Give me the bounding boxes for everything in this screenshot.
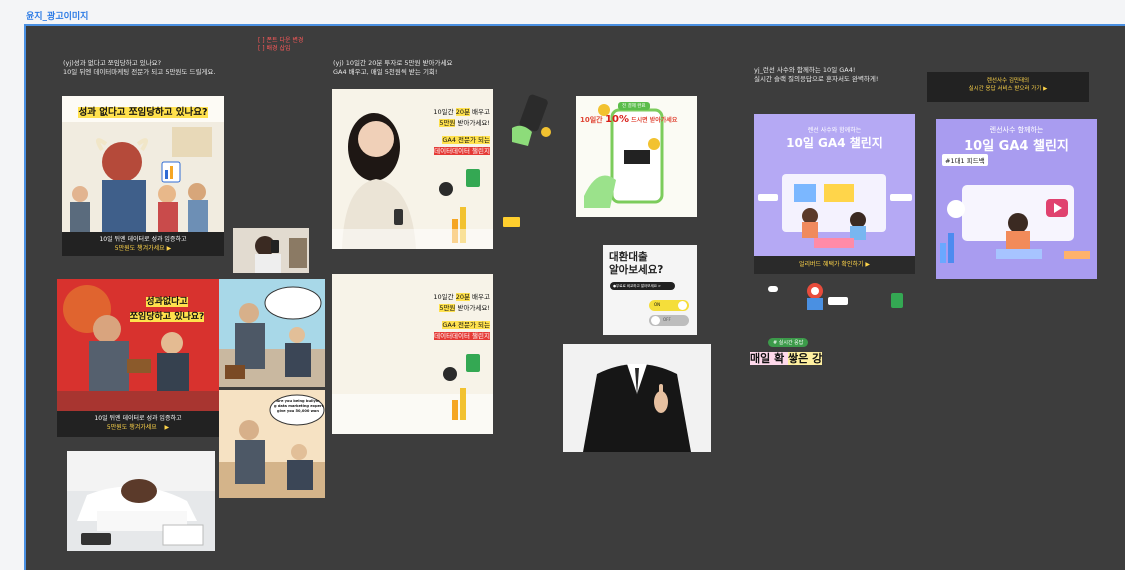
ad-card-text[interactable]: 10일간 20분 배우고 5만원 받아가세요! GA4 전문가 되는 데이터데이… — [332, 274, 493, 434]
target-person-icon[interactable] — [802, 282, 828, 310]
comic-panel-bottom[interactable]: Are you being bullyin g data marketing e… — [219, 390, 325, 498]
loan-compare-chip[interactable]: ●무료로 비교하고 알아보세요 > — [610, 282, 675, 290]
ad2-headline-2: 쪼임당하고 있나요? — [129, 312, 205, 322]
ad2-headline-1: 성과없다고 — [146, 297, 188, 307]
ad4-line1a: 10일간 — [433, 293, 456, 301]
ad2-caption-2[interactable]: 5만원도 챙겨가세요 — [107, 424, 157, 431]
ga4-b-tag: #1대1 피드백 — [942, 154, 988, 166]
toggle-on[interactable]: ON — [649, 300, 689, 311]
ad4-line2a: 5만원 — [439, 304, 456, 312]
frame-title[interactable]: 윤지_광고이미지 — [26, 9, 88, 22]
bull-illustration — [62, 122, 224, 232]
ga4-a-title: 10일 GA4 챌린지 — [786, 136, 883, 150]
toggle-off-label: OFF — [663, 317, 671, 322]
ad3-line2b: 받아가세요! — [455, 119, 490, 127]
ad1-headline: 성과 없다고 쪼임당하고 있나요? — [78, 107, 208, 118]
ad3-line1c: 배우고 — [469, 108, 490, 116]
ad4-line3: GA4 전문가 되는 — [442, 321, 490, 329]
note-mid: (yj) 10일간 20분 투자로 5만원 받아가세요 GA4 배우고, 매일 … — [333, 59, 453, 76]
phone-ad-text-a: 10일간 — [580, 116, 606, 124]
hand-phone-sticker[interactable] — [506, 92, 558, 148]
phone-ad-text-c: 드시면 받아가세요 — [629, 117, 678, 124]
phone-user-photo[interactable] — [233, 228, 309, 273]
message-icon[interactable] — [828, 297, 848, 305]
toggle-off[interactable]: OFF — [649, 315, 689, 326]
chat-bubble-icon[interactable] — [768, 286, 778, 292]
ad3-line1a: 10일간 — [433, 108, 456, 116]
ga4-b-illustration — [940, 185, 1090, 263]
ad-card-office[interactable]: 성과없다고 쪼임당하고 있나요? 10일 뒤엔 데이터로 성과 입증하고 5만원… — [57, 279, 219, 437]
tired-worker-photo[interactable] — [67, 451, 215, 551]
note-left: (yj)성과 없다고 쪼임당하고 있나요? 10일 뒤엔 데이터마케팅 전문가 … — [63, 59, 216, 76]
ad-card-bull[interactable]: 성과 없다고 쪼임당하고 있나요? 10일 뒤엔 데이터로 성과 입증하고 5만… — [62, 96, 224, 256]
ad-card-loan[interactable]: 대환대출 알아보세요? ●무료로 비교하고 알아보세요 > ON OFF — [603, 245, 697, 335]
ad-card-ga4-a[interactable]: 렌선 사수와 함께하는 10일 GA4 챌린지 얼리버드 혜택가 확인하기 ▶ — [754, 114, 915, 274]
ga4-b-subtitle: 렌선사수 함께하는 — [989, 126, 1044, 134]
ad3-line4: 데이터데이터 챌린지 — [434, 147, 490, 155]
live-text-b: 쌓은 강 — [788, 352, 823, 365]
ad4-line1c: 배우고 — [469, 293, 490, 301]
loan-title-1: 대환대출 — [609, 251, 648, 263]
ad3-line3: GA4 전문가 되는 — [442, 136, 490, 144]
cta-line-2: 실시간 응답 서비스 받으러 가기 ▶ — [968, 86, 1048, 92]
ga4-b-title: 10일 GA4 챌린지 — [964, 139, 1069, 154]
todo-note-font: [ ] 폰트 다운 변경 — [258, 37, 304, 44]
loan-title-2: 알아보세요? — [609, 264, 664, 276]
sheets-icon[interactable] — [891, 293, 903, 308]
yellow-card-sticker[interactable] — [503, 217, 520, 227]
ad1-caption-2[interactable]: 5만원도 챙겨가세요 ▶ — [62, 244, 224, 253]
ga4-a-illustration — [758, 174, 912, 248]
toggle-knob-off — [651, 316, 660, 325]
live-text-a: 매일 확 — [750, 352, 789, 365]
ad3-line1b: 20분 — [455, 108, 470, 116]
ad-card-ga4-b[interactable]: 렌선사수 함께하는 10일 GA4 챌린지 #1대1 피드백 — [936, 119, 1097, 279]
phone-ad-percent: 10% — [605, 114, 629, 125]
comic-panel-top[interactable] — [219, 279, 325, 387]
live-answer-badge: # 실시간 응답 — [768, 338, 809, 347]
ad4-line2b: 받아가세요! — [455, 304, 490, 312]
ad4-line4: 데이터데이터 챌린지 — [434, 332, 490, 340]
ad2-caption-1: 10일 뒤엔 데이터로 성과 입증하고 — [94, 415, 182, 422]
businessman-photo[interactable] — [563, 344, 711, 452]
ad3-line2a: 5만원 — [439, 119, 456, 127]
realtime-service-cta[interactable]: 렌선사수 김민태의 실시간 응답 서비스 받으러 가기 ▶ — [927, 72, 1089, 102]
speech-bubble-text: Are you being bullyin g data marketing e… — [274, 399, 324, 413]
phone-ad-badge: 전 결제 완료 — [618, 102, 650, 110]
toggle-on-label: ON — [654, 302, 661, 307]
ad1-caption-bar: 10일 뒤엔 데이터로 성과 입증하고 5만원도 챙겨가세요 ▶ — [62, 232, 224, 256]
canvas-frame[interactable]: [ ] 폰트 다운 변경 [ ] 배경 삽입 (yj)성과 없다고 쪼임당하고 … — [24, 24, 1125, 570]
note-right: yj_런선 사수와 함께하는 10일 GA4! 실시간 슬랙 질의응답으로 혼자… — [754, 66, 879, 83]
ad1-caption-1: 10일 뒤엔 데이터로 성과 입증하고 — [99, 236, 187, 243]
toggle-knob-on — [678, 301, 687, 310]
ga4-a-footer: 얼리버드 혜택가 확인하기 ▶ — [754, 256, 915, 274]
ad-card-woman[interactable]: 10일간 20분 배우고 5만원 받아가세요! GA4 전문가 되는 데이터데이… — [332, 89, 493, 249]
ad4-line1b: 20분 — [455, 293, 470, 301]
ad2-caption-bar: 10일 뒤엔 데이터로 성과 입증하고 5만원도 챙겨가세요 ▶ — [57, 411, 219, 437]
ad-card-phone[interactable]: 전 결제 완료 10일간 10% 드시면 받아가세요 — [576, 96, 697, 217]
todo-note-bg: [ ] 배경 삽입 — [258, 45, 291, 52]
cta-line-1: 렌선사수 김민태의 — [986, 78, 1030, 84]
ga4-a-cta[interactable]: 얼리버드 혜택가 확인하기 ▶ — [754, 260, 915, 269]
